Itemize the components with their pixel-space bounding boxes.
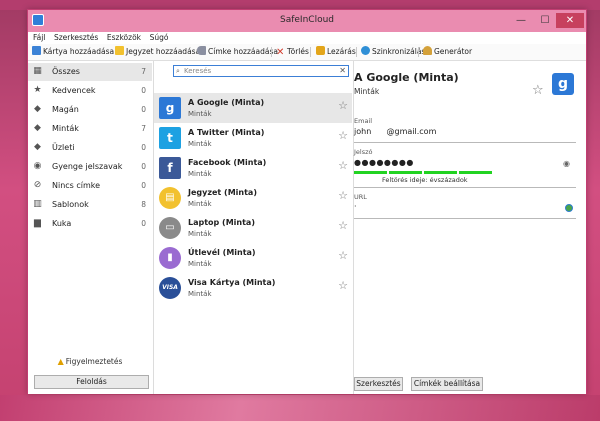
menu-tools[interactable]: Eszközök	[107, 32, 141, 44]
star-icon: ★	[33, 85, 42, 95]
note-icon: ▤	[159, 187, 181, 209]
weak-password-icon: ◉	[33, 161, 42, 171]
clear-search-icon[interactable]: ✕	[339, 66, 346, 76]
sidebar-item-samples[interactable]: ◆ Minták 7	[28, 120, 152, 138]
favorite-star-icon[interactable]: ☆	[532, 84, 544, 97]
key-icon	[423, 46, 432, 55]
set-labels-button[interactable]: Címkék beállítása	[411, 377, 483, 391]
sidebar-item-weak-passwords[interactable]: ◉ Gyenge jelszavak 0	[28, 158, 152, 176]
minimize-button[interactable]: —	[510, 13, 532, 28]
email-label: Email	[354, 117, 373, 125]
sidebar-item-private[interactable]: ◆ Magán 0	[28, 101, 152, 119]
sync-icon	[361, 46, 370, 55]
toolbar: Kártya hozzáadása Jegyzet hozzáadása Cím…	[28, 44, 586, 61]
list-item-note[interactable]: ▤ Jegyzet (Minta) Minták ☆	[154, 183, 352, 213]
favorite-star-icon[interactable]: ☆	[338, 250, 348, 261]
sync-button[interactable]: Szinkronizálás	[361, 46, 425, 58]
window-title: SafeInCloud	[280, 15, 334, 25]
favorite-star-icon[interactable]: ☆	[338, 190, 348, 201]
list-item-visa[interactable]: VISA Visa Kártya (Minta) Minták ☆	[154, 273, 352, 303]
sidebar-item-favorites[interactable]: ★ Kedvencek 0	[28, 82, 152, 100]
list-item-twitter[interactable]: t A Twitter (Minta) Minták ☆	[154, 123, 352, 153]
sidebar-item-business[interactable]: ◆ Üzleti 0	[28, 139, 152, 157]
field-divider	[354, 187, 576, 188]
menu-edit[interactable]: Szerkesztés	[54, 32, 98, 44]
menu-bar: Fájl Szerkesztés Eszközök Súgó	[28, 32, 586, 44]
favorite-star-icon[interactable]: ☆	[338, 100, 348, 111]
visa-icon: VISA	[159, 277, 181, 299]
url-label: URL	[354, 193, 367, 201]
add-note-button[interactable]: Jegyzet hozzáadása	[115, 46, 200, 58]
title-bar[interactable]: SafeInCloud — ☐ ✕	[28, 10, 586, 32]
card-icon	[32, 46, 41, 55]
list-item-laptop[interactable]: ▭ Laptop (Minta) Minták ☆	[154, 213, 352, 243]
templates-icon: ▥	[33, 199, 42, 209]
search-icon: ⌕	[176, 67, 180, 75]
lock-icon	[316, 46, 325, 55]
close-button[interactable]: ✕	[556, 13, 584, 28]
warning-link[interactable]: ▲ Figyelmeztetés	[28, 357, 152, 366]
card-list: ⌕ ✕ g A Google (Minta) Minták ☆ t A Twit…	[154, 61, 354, 394]
card-details: A Google (Minta) Minták ☆ g Email john @…	[354, 61, 586, 394]
password-label: Jelszó	[354, 148, 373, 156]
favorite-star-icon[interactable]: ☆	[338, 160, 348, 171]
eye-icon[interactable]: ◉	[563, 159, 570, 168]
search-box[interactable]: ⌕ ✕	[173, 65, 349, 77]
password-value[interactable]: ●●●●●●●●	[354, 158, 414, 167]
list-item-passport[interactable]: ▮ Útlevél (Minta) Minták ☆	[154, 243, 352, 273]
laptop-icon: ▭	[159, 217, 181, 239]
toolbar-separator	[310, 47, 311, 57]
trash-icon: ▆	[34, 218, 41, 228]
generator-button[interactable]: Generátor	[423, 46, 472, 58]
favorite-star-icon[interactable]: ☆	[338, 130, 348, 141]
sidebar-item-all[interactable]: ▦ Összes 7	[28, 63, 152, 81]
field-divider	[354, 142, 576, 143]
toolbar-separator	[356, 47, 357, 57]
card-title: A Google (Minta)	[354, 71, 459, 84]
google-icon: g	[159, 97, 181, 119]
unlock-button[interactable]: Feloldás	[34, 375, 149, 389]
globe-icon[interactable]	[565, 204, 573, 212]
menu-help[interactable]: Súgó	[150, 32, 169, 44]
field-divider	[354, 218, 576, 219]
tag-icon: ◆	[34, 142, 41, 152]
no-tag-icon: ⊘	[33, 180, 42, 190]
menu-file[interactable]: Fájl	[33, 32, 45, 44]
delete-x-icon: ✕	[276, 47, 285, 58]
note-icon	[115, 46, 124, 55]
sidebar-item-templates[interactable]: ▥ Sablonok 8	[28, 196, 152, 214]
delete-button[interactable]: ✕ Törlés	[276, 46, 309, 58]
maximize-button[interactable]: ☐	[534, 13, 556, 28]
sidebar: ▦ Összes 7 ★ Kedvencek 0 ◆ Magán 0 ◆ Min…	[28, 61, 154, 394]
search-input[interactable]	[184, 66, 334, 76]
add-label-button[interactable]: Címke hozzáadása	[197, 46, 278, 58]
crack-time-text: Feltörés ideje: évszázadok	[382, 176, 468, 184]
desktop-background-bottom	[0, 395, 600, 421]
toolbar-separator	[418, 47, 419, 57]
list-item-facebook[interactable]: f Facebook (Minta) Minták ☆	[154, 153, 352, 183]
toolbar-separator	[271, 47, 272, 57]
email-value[interactable]: john @gmail.com	[354, 127, 436, 136]
add-card-button[interactable]: Kártya hozzáadása	[32, 46, 114, 58]
google-icon: g	[552, 73, 574, 95]
tag-icon: ◆	[34, 104, 41, 114]
passport-icon: ▮	[159, 247, 181, 269]
grid-icon: ▦	[33, 66, 42, 76]
tag-icon: ◆	[34, 123, 41, 133]
label-icon	[197, 46, 206, 55]
list-item-google[interactable]: g A Google (Minta) Minták ☆	[154, 93, 352, 123]
app-window: SafeInCloud — ☐ ✕ Fájl Szerkesztés Eszkö…	[27, 9, 587, 394]
card-labels: Minták	[354, 87, 380, 96]
password-strength-bar	[354, 171, 494, 174]
favorite-star-icon[interactable]: ☆	[338, 280, 348, 291]
favorite-star-icon[interactable]: ☆	[338, 220, 348, 231]
lock-button[interactable]: Lezárás	[316, 46, 356, 58]
edit-button[interactable]: Szerkesztés	[354, 377, 403, 391]
sidebar-item-trash[interactable]: ▆ Kuka 0	[28, 215, 152, 233]
url-value[interactable]: ·	[354, 202, 357, 211]
warning-icon: ▲	[57, 357, 64, 366]
facebook-icon: f	[159, 157, 181, 179]
sidebar-item-no-label[interactable]: ⊘ Nincs címke 0	[28, 177, 152, 195]
twitter-icon: t	[159, 127, 181, 149]
